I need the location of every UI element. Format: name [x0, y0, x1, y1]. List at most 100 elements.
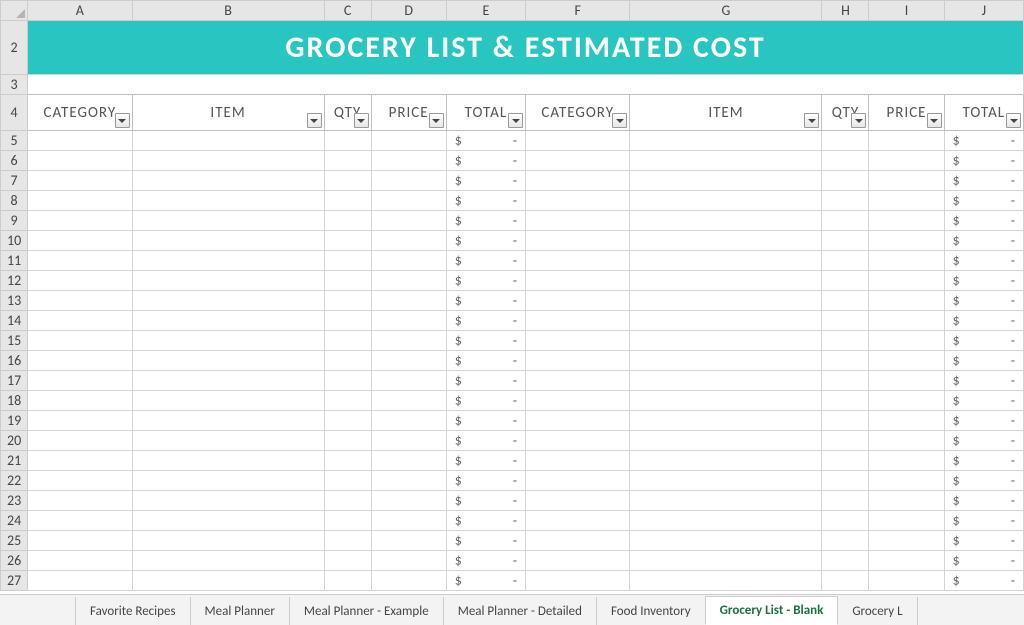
- table-header-qty-2[interactable]: QTY: [822, 95, 869, 131]
- row-header[interactable]: 2: [1, 21, 28, 75]
- cell[interactable]: [630, 271, 822, 291]
- table-row[interactable]: 8$-$-: [1, 191, 1024, 211]
- row-header[interactable]: 4: [1, 95, 28, 131]
- cell[interactable]: [630, 451, 822, 471]
- cell[interactable]: [324, 351, 371, 371]
- sheet-tab[interactable]: Meal Planner - Detailed: [443, 597, 597, 625]
- cell[interactable]: $-: [944, 231, 1023, 251]
- cell[interactable]: [630, 551, 822, 571]
- table-header-category[interactable]: CATEGORY: [28, 95, 132, 131]
- cell[interactable]: $-: [944, 391, 1023, 411]
- cell[interactable]: [28, 331, 132, 351]
- cell[interactable]: [28, 571, 132, 591]
- cell[interactable]: [132, 191, 324, 211]
- table-header-item[interactable]: ITEM: [132, 95, 324, 131]
- cell[interactable]: [630, 211, 822, 231]
- row-header[interactable]: 10: [1, 231, 28, 251]
- row-header[interactable]: 25: [1, 531, 28, 551]
- cell[interactable]: [132, 351, 324, 371]
- cell[interactable]: [132, 431, 324, 451]
- sheet-tab-active[interactable]: Grocery List - Blank: [705, 596, 839, 625]
- cell[interactable]: [630, 331, 822, 351]
- cell[interactable]: [822, 531, 869, 551]
- cell[interactable]: $-: [944, 531, 1023, 551]
- cell[interactable]: [324, 451, 371, 471]
- cell[interactable]: [371, 451, 446, 471]
- cell[interactable]: [869, 371, 944, 391]
- cell[interactable]: [822, 451, 869, 471]
- table-row[interactable]: 21$-$-: [1, 451, 1024, 471]
- cell[interactable]: $-: [446, 151, 525, 171]
- cell[interactable]: [869, 251, 944, 271]
- cell[interactable]: [371, 131, 446, 151]
- cell[interactable]: [28, 311, 132, 331]
- cell[interactable]: [132, 171, 324, 191]
- cell[interactable]: [869, 471, 944, 491]
- cell[interactable]: [869, 211, 944, 231]
- cell[interactable]: [869, 531, 944, 551]
- cell[interactable]: [526, 271, 630, 291]
- cell[interactable]: [869, 571, 944, 591]
- cell[interactable]: $-: [944, 571, 1023, 591]
- filter-dropdown-icon[interactable]: [429, 113, 444, 128]
- cell[interactable]: [526, 571, 630, 591]
- cell[interactable]: [324, 371, 371, 391]
- cell[interactable]: [371, 531, 446, 551]
- column-header-row[interactable]: A B C D E F G H I J: [1, 1, 1024, 21]
- cell[interactable]: $-: [944, 131, 1023, 151]
- col-header[interactable]: C: [324, 1, 371, 21]
- col-header[interactable]: I: [869, 1, 944, 21]
- cell[interactable]: [132, 131, 324, 151]
- cell[interactable]: [869, 351, 944, 371]
- cell[interactable]: [324, 511, 371, 531]
- cell[interactable]: [526, 191, 630, 211]
- cell[interactable]: [526, 551, 630, 571]
- table-row[interactable]: 22$-$-: [1, 471, 1024, 491]
- cell[interactable]: [28, 251, 132, 271]
- cell[interactable]: [630, 431, 822, 451]
- cell[interactable]: [371, 171, 446, 191]
- cell[interactable]: [28, 131, 132, 151]
- cell[interactable]: [822, 311, 869, 331]
- cell[interactable]: [324, 391, 371, 411]
- select-all-cell[interactable]: [1, 1, 28, 21]
- cell[interactable]: [526, 231, 630, 251]
- cell[interactable]: [869, 131, 944, 151]
- cell[interactable]: $-: [944, 331, 1023, 351]
- cell[interactable]: $-: [446, 471, 525, 491]
- cell[interactable]: [28, 371, 132, 391]
- table-row[interactable]: 11$-$-: [1, 251, 1024, 271]
- cell[interactable]: [28, 151, 132, 171]
- cell[interactable]: $-: [446, 551, 525, 571]
- cell[interactable]: [630, 571, 822, 591]
- cell[interactable]: [869, 551, 944, 571]
- cell[interactable]: [630, 411, 822, 431]
- cell[interactable]: [822, 151, 869, 171]
- cell[interactable]: $-: [944, 471, 1023, 491]
- cell[interactable]: $-: [446, 251, 525, 271]
- filter-dropdown-icon[interactable]: [307, 113, 322, 128]
- cell[interactable]: [526, 351, 630, 371]
- col-header[interactable]: J: [944, 1, 1023, 21]
- filter-dropdown-icon[interactable]: [851, 113, 866, 128]
- cell[interactable]: [371, 231, 446, 251]
- cell[interactable]: [822, 471, 869, 491]
- table-row[interactable]: 12$-$-: [1, 271, 1024, 291]
- row-header[interactable]: 15: [1, 331, 28, 351]
- cell[interactable]: $-: [446, 411, 525, 431]
- cell[interactable]: [132, 271, 324, 291]
- cell[interactable]: $-: [446, 191, 525, 211]
- cell[interactable]: [822, 331, 869, 351]
- cell[interactable]: [324, 271, 371, 291]
- cell[interactable]: [28, 231, 132, 251]
- cell[interactable]: [869, 271, 944, 291]
- row-1[interactable]: 2 GROCERY LIST & ESTIMATED COST: [1, 21, 1024, 25]
- table-row[interactable]: 17$-$-: [1, 371, 1024, 391]
- row-header[interactable]: 21: [1, 451, 28, 471]
- row-header[interactable]: 6: [1, 151, 28, 171]
- filter-dropdown-icon[interactable]: [508, 113, 523, 128]
- cell[interactable]: [526, 531, 630, 551]
- table-row[interactable]: 27$-$-: [1, 571, 1024, 591]
- cell[interactable]: [371, 411, 446, 431]
- table-row[interactable]: 23$-$-: [1, 491, 1024, 511]
